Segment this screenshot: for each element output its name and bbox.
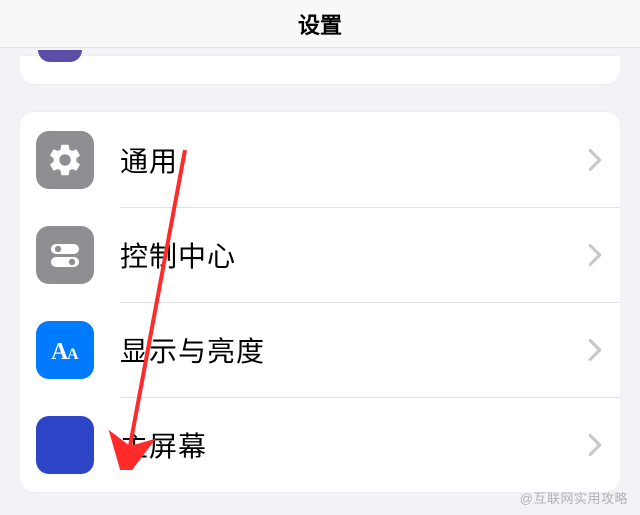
svg-text:A: A — [67, 346, 79, 363]
row-label: 控制中心 — [120, 235, 588, 275]
row-control-center[interactable]: 控制中心 — [20, 207, 620, 302]
app-grid-icon — [36, 416, 94, 474]
profile-card-bottom[interactable] — [20, 56, 620, 84]
row-general[interactable]: 通用 — [20, 112, 620, 207]
watermark-text: @互联网实用攻略 — [520, 488, 628, 507]
header-bar: 设置 — [0, 0, 640, 48]
row-home-screen[interactable]: 主屏幕 — [20, 397, 620, 492]
row-label: 主屏幕 — [120, 425, 588, 465]
chevron-right-icon — [588, 434, 602, 456]
row-display-brightness[interactable]: A A 显示与亮度 — [20, 302, 620, 397]
chevron-right-icon — [588, 339, 602, 361]
toggles-icon — [36, 226, 94, 284]
settings-list: 通用 控制中心 A A 显示与亮度 主屏幕 — [20, 112, 620, 492]
gear-icon — [36, 131, 94, 189]
row-label: 通用 — [120, 140, 588, 180]
row-label: 显示与亮度 — [120, 330, 588, 370]
chevron-right-icon — [588, 244, 602, 266]
text-size-icon: A A — [36, 321, 94, 379]
page-title: 设置 — [298, 8, 342, 40]
chevron-right-icon — [588, 149, 602, 171]
